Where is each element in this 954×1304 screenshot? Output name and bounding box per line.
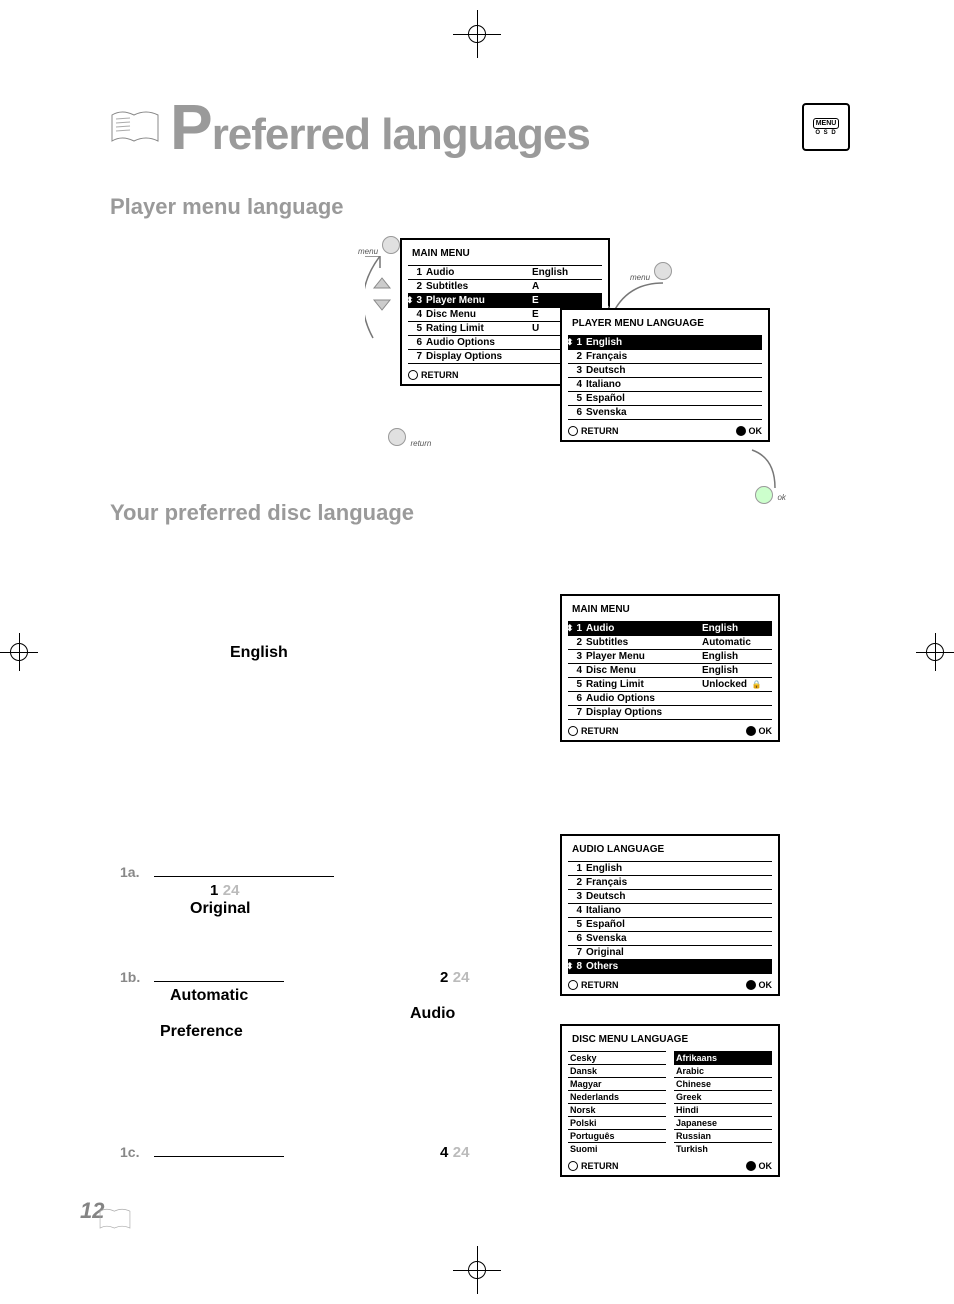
osd-audio-language: AUDIO LANGUAGE 1English2Français3Deutsch…: [560, 834, 780, 996]
remote-return-button: return: [388, 428, 431, 451]
step-2: 2 24 Audio: [440, 969, 469, 1023]
menu-row: 5Español: [568, 917, 772, 931]
registration-mark: [463, 20, 491, 48]
menu-row: 7Display Options: [568, 705, 772, 720]
step-1b: 1b. Automatic Preference: [120, 969, 284, 1041]
osd-disc-menu-language: DISC MENU LANGUAGE CeskyDanskMagyarNeder…: [560, 1024, 780, 1177]
menu-row: 2SubtitlesAutomatic: [568, 635, 772, 649]
menu-row: Russian: [674, 1129, 772, 1142]
menu-row: 5Español: [568, 391, 762, 405]
menu-row: Magyar: [568, 1077, 666, 1090]
menu-row: ⬍8Others: [568, 959, 772, 974]
osd-main-menu-2: MAIN MENU ⬍1AudioEnglish2SubtitlesAutoma…: [560, 594, 780, 742]
menu-row: 1English: [568, 861, 772, 875]
menu-row: Norsk: [568, 1103, 666, 1116]
menu-row: ⬍3Player MenuE: [408, 293, 602, 307]
menu-row: 2Français: [568, 349, 762, 363]
menu-row: ⬍1AudioEnglish: [568, 621, 772, 635]
menu-row: Português: [568, 1129, 666, 1142]
menu-row: Dansk: [568, 1064, 666, 1077]
menu-row: 2SubtitlesA: [408, 279, 602, 293]
menu-osd-icon: MENU O S D: [802, 103, 850, 151]
menu-row: Polski: [568, 1116, 666, 1129]
page-title: Preferred languages: [170, 90, 590, 164]
menu-row: 6Audio Options: [568, 691, 772, 705]
menu-row: 4Italiano: [568, 377, 762, 391]
registration-mark: [921, 638, 949, 666]
menu-row: Japanese: [674, 1116, 772, 1129]
menu-row: 7Original: [568, 945, 772, 959]
book-icon-small: [98, 1206, 132, 1232]
menu-row: 6Svenska: [568, 931, 772, 945]
menu-row: Suomi: [568, 1142, 666, 1155]
menu-row: Cesky: [568, 1051, 666, 1064]
book-icon: [110, 107, 160, 147]
remote-ok-button: ok: [755, 486, 786, 509]
menu-row: 4Disc MenuEnglish: [568, 663, 772, 677]
step-1a: 1a. 1 24 Original: [120, 864, 334, 918]
menu-row: ⬍Afrikaans: [674, 1051, 772, 1064]
menu-row: 1AudioEnglish: [408, 265, 602, 279]
text-english: English: [230, 644, 288, 662]
menu-row: 5Rating LimitUnlocked: [568, 677, 772, 691]
menu-row: Turkish: [674, 1142, 772, 1155]
step-1c: 1c.: [120, 1144, 284, 1162]
menu-row: Arabic: [674, 1064, 772, 1077]
menu-row: 6Svenska: [568, 405, 762, 420]
menu-row: Chinese: [674, 1077, 772, 1090]
osd-player-menu-language: PLAYER MENU LANGUAGE ⬍1English2Français3…: [560, 308, 770, 442]
menu-row: Hindi: [674, 1103, 772, 1116]
section-heading: Player menu language: [110, 194, 850, 220]
menu-row: 2Français: [568, 875, 772, 889]
menu-row: 4Italiano: [568, 903, 772, 917]
section-heading: Your preferred disc language: [110, 500, 850, 526]
registration-mark: [5, 638, 33, 666]
menu-row: ⬍1English: [568, 335, 762, 349]
menu-row: 3Deutsch: [568, 363, 762, 377]
menu-row: 3Player MenuEnglish: [568, 649, 772, 663]
menu-row: Nederlands: [568, 1090, 666, 1103]
registration-mark: [463, 1256, 491, 1284]
step-4: 4 24: [440, 1144, 469, 1162]
up-down-icon: [372, 276, 392, 312]
menu-row: Greek: [674, 1090, 772, 1103]
menu-row: 3Deutsch: [568, 889, 772, 903]
